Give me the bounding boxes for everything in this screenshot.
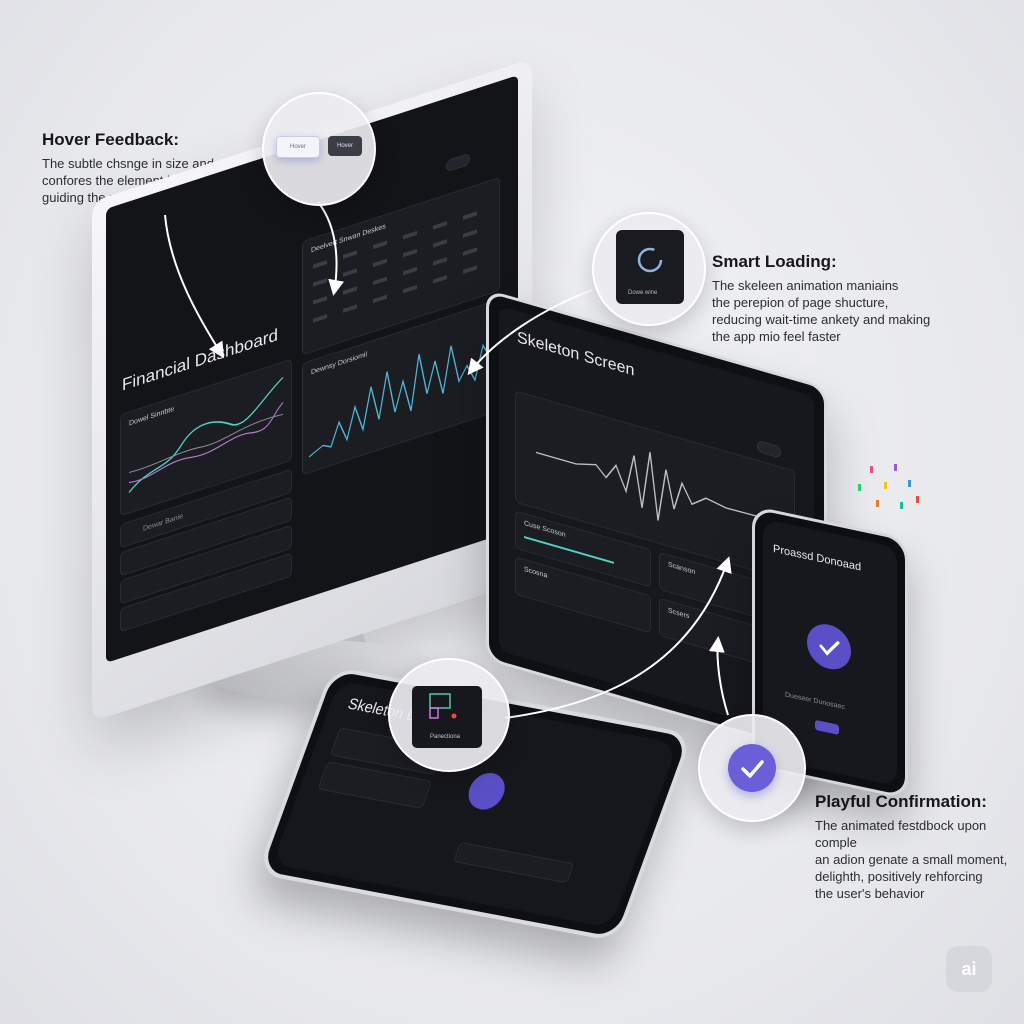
loading-card-label: Dowe wine bbox=[628, 290, 658, 296]
loading-spinner-icon bbox=[637, 247, 663, 273]
hover-button-highlighted[interactable]: Hover bbox=[276, 136, 320, 158]
confirmation-magnifier bbox=[698, 714, 806, 822]
loading-magnifier: Dowe wine bbox=[592, 212, 706, 326]
check-icon bbox=[741, 760, 764, 778]
layout-icon bbox=[429, 693, 457, 719]
skeleton-card-label: Panectiona bbox=[430, 734, 461, 740]
hover-button-default[interactable]: Hover bbox=[328, 136, 362, 156]
confirmation-check-circle bbox=[728, 744, 776, 792]
hover-magnifier: Hover Hover bbox=[262, 92, 376, 206]
loading-card: Dowe wine bbox=[616, 230, 684, 304]
skeleton-magnifier: Panectiona bbox=[388, 658, 510, 772]
ai-watermark-logo: ai bbox=[946, 946, 992, 992]
skeleton-card: Panectiona bbox=[412, 686, 482, 748]
callout-arrows bbox=[164, 201, 732, 719]
